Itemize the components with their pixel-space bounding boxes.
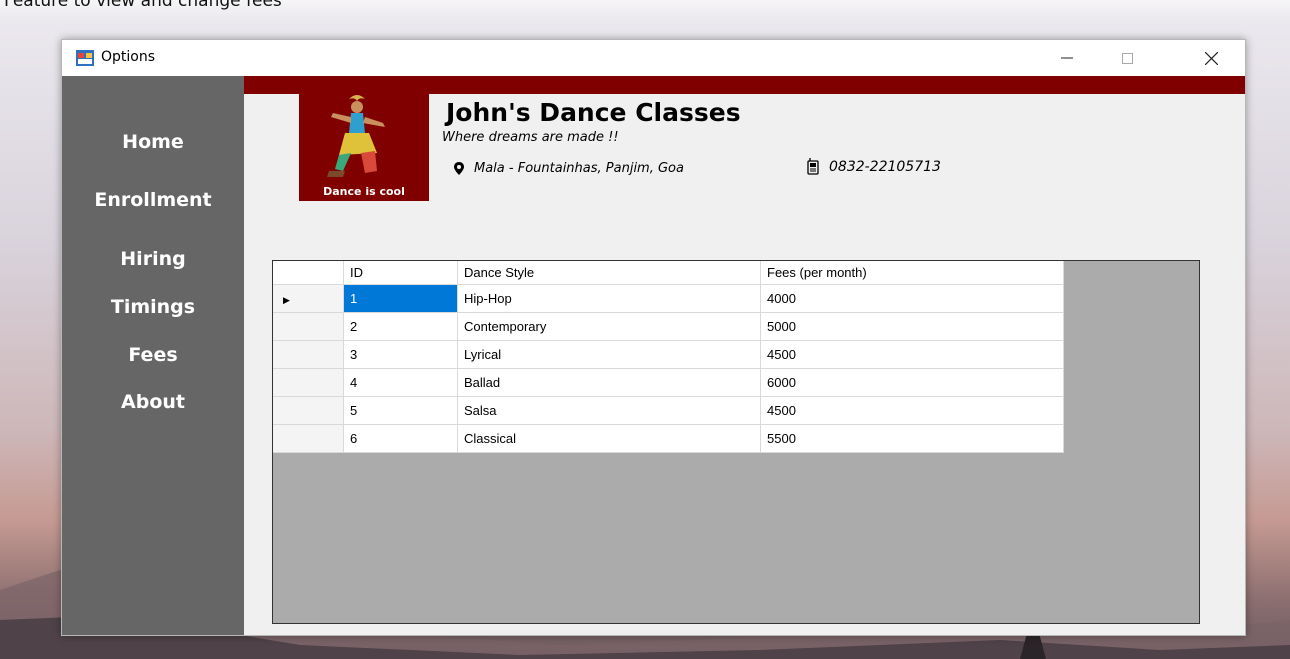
title-bar: Options bbox=[62, 40, 1245, 76]
fees-table: ID Dance Style Fees (per month) ▶ 1 Hip-… bbox=[273, 261, 1064, 453]
nav-enrollment[interactable]: Enrollment bbox=[62, 189, 244, 211]
logo-caption: Dance is cool bbox=[323, 185, 405, 198]
main-content: Dance is cool John's Dance Classes Where… bbox=[244, 76, 1245, 635]
cell-id[interactable]: 2 bbox=[343, 312, 458, 341]
header-strip bbox=[244, 76, 1245, 94]
page-caption: Feature to view and change fees bbox=[4, 0, 282, 10]
cell-fees[interactable]: 5500 bbox=[760, 424, 1064, 453]
cell-dance-style[interactable]: Lyrical bbox=[457, 340, 761, 369]
dancer-logo: Dance is cool bbox=[299, 93, 429, 201]
cell-fees[interactable]: 4500 bbox=[760, 396, 1064, 425]
cell-id[interactable]: 3 bbox=[343, 340, 458, 369]
row-header[interactable] bbox=[273, 340, 344, 369]
row-header[interactable] bbox=[273, 368, 344, 397]
dancer-image bbox=[327, 95, 385, 177]
cell-fees[interactable]: 4000 bbox=[760, 284, 1064, 313]
close-button[interactable] bbox=[1188, 40, 1234, 76]
maximize-button[interactable] bbox=[1104, 40, 1150, 76]
tagline: Where dreams are made !! bbox=[442, 130, 619, 145]
cell-dance-style[interactable]: Contemporary bbox=[457, 312, 761, 341]
phone-text: 0832-22105713 bbox=[829, 158, 941, 175]
window-title: Options bbox=[101, 49, 156, 65]
column-header-dance-style[interactable]: Dance Style bbox=[457, 261, 761, 285]
table-row[interactable]: 5 Salsa 4500 bbox=[273, 396, 1064, 425]
cell-id[interactable]: 6 bbox=[343, 424, 458, 453]
cell-dance-style[interactable]: Ballad bbox=[457, 368, 761, 397]
column-header-fees[interactable]: Fees (per month) bbox=[760, 261, 1064, 285]
nav-timings[interactable]: Timings bbox=[62, 296, 244, 318]
table-header-row: ID Dance Style Fees (per month) bbox=[273, 261, 1064, 285]
fees-grid[interactable]: ID Dance Style Fees (per month) ▶ 1 Hip-… bbox=[272, 260, 1200, 624]
table-row[interactable]: ▶ 1 Hip-Hop 4000 bbox=[273, 284, 1064, 313]
row-header[interactable] bbox=[273, 396, 344, 425]
cell-id[interactable]: 5 bbox=[343, 396, 458, 425]
row-header[interactable] bbox=[273, 424, 344, 453]
nav-about[interactable]: About bbox=[62, 391, 244, 413]
nav-fees[interactable]: Fees bbox=[62, 344, 244, 366]
current-row-icon: ▶ bbox=[283, 295, 290, 305]
address: Mala - Fountainhas, Panjim, Goa bbox=[454, 161, 684, 176]
cell-dance-style[interactable]: Hip-Hop bbox=[457, 284, 761, 313]
address-text: Mala - Fountainhas, Panjim, Goa bbox=[474, 161, 684, 176]
location-pin-icon bbox=[454, 162, 464, 175]
nav-hiring[interactable]: Hiring bbox=[62, 248, 244, 270]
row-header-corner[interactable] bbox=[273, 261, 344, 285]
minimize-button[interactable] bbox=[1044, 40, 1090, 76]
phone-icon bbox=[807, 158, 819, 175]
nav-home[interactable]: Home bbox=[62, 131, 244, 153]
phone: 0832-22105713 bbox=[807, 158, 941, 175]
row-header[interactable] bbox=[273, 312, 344, 341]
table-row[interactable]: 6 Classical 5500 bbox=[273, 424, 1064, 453]
cell-fees[interactable]: 6000 bbox=[760, 368, 1064, 397]
maximize-icon bbox=[1121, 52, 1133, 64]
cell-fees[interactable]: 4500 bbox=[760, 340, 1064, 369]
minimize-icon bbox=[1061, 57, 1073, 59]
cell-dance-style[interactable]: Salsa bbox=[457, 396, 761, 425]
table-row[interactable]: 3 Lyrical 4500 bbox=[273, 340, 1064, 369]
cell-fees[interactable]: 5000 bbox=[760, 312, 1064, 341]
row-header[interactable]: ▶ bbox=[273, 284, 344, 313]
cell-id[interactable]: 1 bbox=[343, 284, 458, 313]
app-icon bbox=[76, 50, 94, 66]
sidebar: Home Enrollment Hiring Timings Fees Abou… bbox=[62, 76, 244, 635]
cell-dance-style[interactable]: Classical bbox=[457, 424, 761, 453]
table-row[interactable]: 2 Contemporary 5000 bbox=[273, 312, 1064, 341]
brand-title: John's Dance Classes bbox=[446, 98, 741, 127]
cell-id[interactable]: 4 bbox=[343, 368, 458, 397]
table-row[interactable]: 4 Ballad 6000 bbox=[273, 368, 1064, 397]
options-window: Options Home Enrollment Hiring Timings F… bbox=[61, 39, 1246, 636]
column-header-id[interactable]: ID bbox=[343, 261, 458, 285]
close-icon bbox=[1204, 51, 1218, 65]
